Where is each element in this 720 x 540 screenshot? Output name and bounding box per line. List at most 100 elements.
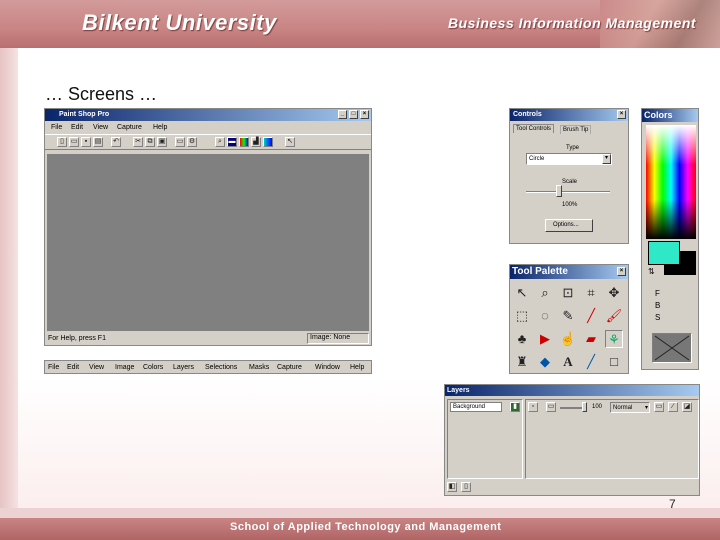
menu-capture-2[interactable]: Capture — [277, 364, 302, 371]
layers-title: Layers — [447, 387, 470, 394]
retouch-icon[interactable]: ☝ — [559, 330, 577, 348]
menu-edit-2[interactable]: Edit — [67, 364, 79, 371]
menu-window[interactable]: Window — [315, 364, 340, 371]
monitor-icon[interactable]: ▭ — [175, 137, 185, 147]
layer-group-icon[interactable]: ▭ — [654, 402, 664, 412]
scale-label: Scale — [562, 179, 578, 185]
tab-tool-controls[interactable]: Tool Controls — [513, 124, 555, 133]
stroke-style-label: S — [655, 313, 661, 322]
new-layer-icon[interactable]: ◧ — [447, 482, 457, 492]
text-tool-icon[interactable]: A — [559, 353, 577, 371]
chevron-down-icon[interactable]: ▾ — [602, 154, 611, 164]
toolbar-toggle-icon[interactable]: ▬ — [227, 137, 237, 147]
layer-list: Background ▮ — [447, 399, 523, 479]
clone-brush-icon[interactable]: ♣ — [513, 330, 531, 348]
no-texture-icon — [654, 335, 690, 361]
delete-layer-icon[interactable]: ▯ — [461, 482, 471, 492]
menu-selections[interactable]: Selections — [205, 364, 237, 371]
deform-icon[interactable]: ⊡ — [559, 284, 577, 302]
color-spectrum[interactable] — [646, 125, 696, 239]
layers-toggle-icon[interactable] — [263, 137, 273, 147]
blend-mode-select[interactable]: Normal ▾ — [610, 402, 650, 413]
program-name: Business Information Management — [448, 15, 697, 31]
dropper-icon[interactable]: ╱ — [582, 307, 600, 325]
save-icon[interactable]: ▪ — [81, 137, 91, 147]
layer-row-background[interactable]: Background — [450, 402, 502, 412]
menu-image[interactable]: Image — [115, 364, 134, 371]
menu-colors[interactable]: Colors — [143, 364, 163, 371]
school-name: School of Applied Technology and Managem… — [230, 521, 502, 533]
opacity-slider-thumb[interactable] — [582, 402, 587, 412]
eraser-icon[interactable]: ▰ — [582, 330, 600, 348]
blend-mode-value: Normal — [613, 405, 633, 411]
lock-icon[interactable]: ▫ — [528, 402, 538, 412]
maximize-button[interactable]: □ — [349, 110, 358, 119]
colors-panel: Colors ⇅ F B S — [641, 108, 699, 370]
page-number: 7 — [669, 497, 676, 511]
menu-file[interactable]: File — [51, 124, 62, 131]
paste-icon[interactable]: ▣ — [157, 137, 167, 147]
close-button[interactable]: × — [360, 110, 369, 119]
type-select[interactable]: Circle ▾ — [526, 153, 612, 165]
menu-edit[interactable]: Edit — [71, 124, 83, 131]
menu-layers[interactable]: Layers — [173, 364, 194, 371]
eye-icon[interactable]: ▮ — [510, 402, 520, 412]
selection-icon[interactable]: ⬚ — [513, 307, 531, 325]
options-button-label: Options... — [553, 222, 579, 228]
tool-palette-title: Tool Palette — [512, 266, 568, 277]
picture-tube-icon[interactable]: ⚘ — [605, 330, 623, 348]
zoom-icon[interactable]: ⌕ — [215, 137, 225, 147]
controls-close-button[interactable]: × — [617, 110, 626, 119]
menu-help[interactable]: Help — [153, 124, 167, 131]
opacity-value: 100 — [592, 404, 603, 410]
crop-icon[interactable]: ⌗ — [582, 284, 600, 302]
controls-title: Controls — [513, 111, 542, 118]
magic-wand-icon[interactable]: ✎ — [559, 307, 577, 325]
menu-view-2[interactable]: View — [89, 364, 104, 371]
options-button[interactable]: Options... — [545, 219, 593, 232]
paintbrush-icon[interactable]: 🖌 — [605, 307, 623, 325]
status-help-text: For Help, press F1 — [48, 335, 106, 342]
layer-link-icon[interactable]: ∕ — [668, 402, 678, 412]
shape-tool-icon[interactable]: □ — [605, 353, 623, 371]
copy-icon[interactable]: ⧉ — [145, 137, 155, 147]
new-icon[interactable]: ▯ — [57, 137, 67, 147]
line-tool-icon[interactable]: ╱ — [582, 353, 600, 371]
scale-slider-track[interactable] — [526, 191, 610, 193]
minimize-button[interactable]: _ — [338, 110, 347, 119]
color-replacer-icon[interactable]: ▶ — [536, 330, 554, 348]
move-icon[interactable]: ✥ — [605, 284, 623, 302]
lasso-icon[interactable]: ◌ — [536, 307, 554, 325]
open-icon[interactable]: ▭ — [69, 137, 79, 147]
settings-icon[interactable]: ⚙ — [187, 137, 197, 147]
menu-help-2[interactable]: Help — [350, 364, 364, 371]
undo-icon[interactable]: ↶ — [111, 137, 121, 147]
layer-mask-icon[interactable]: ◪ — [682, 402, 692, 412]
arrow-icon[interactable]: ↖ — [513, 284, 531, 302]
texture-swatch[interactable] — [652, 333, 692, 363]
layer-name: Background — [453, 404, 486, 410]
cut-icon[interactable]: ✂ — [133, 137, 143, 147]
tab-brush-tip[interactable]: Brush Tip — [560, 125, 592, 134]
colors-titlebar: Colors — [642, 109, 698, 122]
tool-palette-titlebar: Tool Palette × — [510, 265, 628, 279]
tool-palette: Tool Palette × ↖ ⌕ ⊡ ⌗ ✥ ⬚ ◌ ✎ ╱ 🖌 ♣ ▶ ☝… — [509, 264, 629, 374]
print-icon[interactable]: ▤ — [93, 137, 103, 147]
flood-fill-icon[interactable]: ◆ — [536, 353, 554, 371]
foreground-color-swatch[interactable] — [648, 241, 680, 265]
menu-view[interactable]: View — [93, 124, 108, 131]
airbrush-icon[interactable]: ♜ — [513, 353, 531, 371]
type-select-value: Circle — [529, 156, 545, 162]
layer-options-icon[interactable]: ▭ — [546, 402, 556, 412]
zoom-tool-icon[interactable]: ⌕ — [536, 284, 554, 302]
menu-masks[interactable]: Masks — [249, 364, 269, 371]
bg-style-label: B — [655, 301, 661, 310]
menu-file-2[interactable]: File — [48, 364, 59, 371]
histogram-icon[interactable]: ▟ — [251, 137, 261, 147]
tool-palette-close-button[interactable]: × — [617, 267, 626, 276]
swap-colors-icon[interactable]: ⇅ — [648, 267, 655, 276]
scale-slider-thumb[interactable] — [556, 185, 562, 197]
menu-capture[interactable]: Capture — [117, 124, 142, 131]
colors-toggle-icon[interactable] — [239, 137, 249, 147]
help-pointer-icon[interactable]: ↖ — [285, 137, 295, 147]
